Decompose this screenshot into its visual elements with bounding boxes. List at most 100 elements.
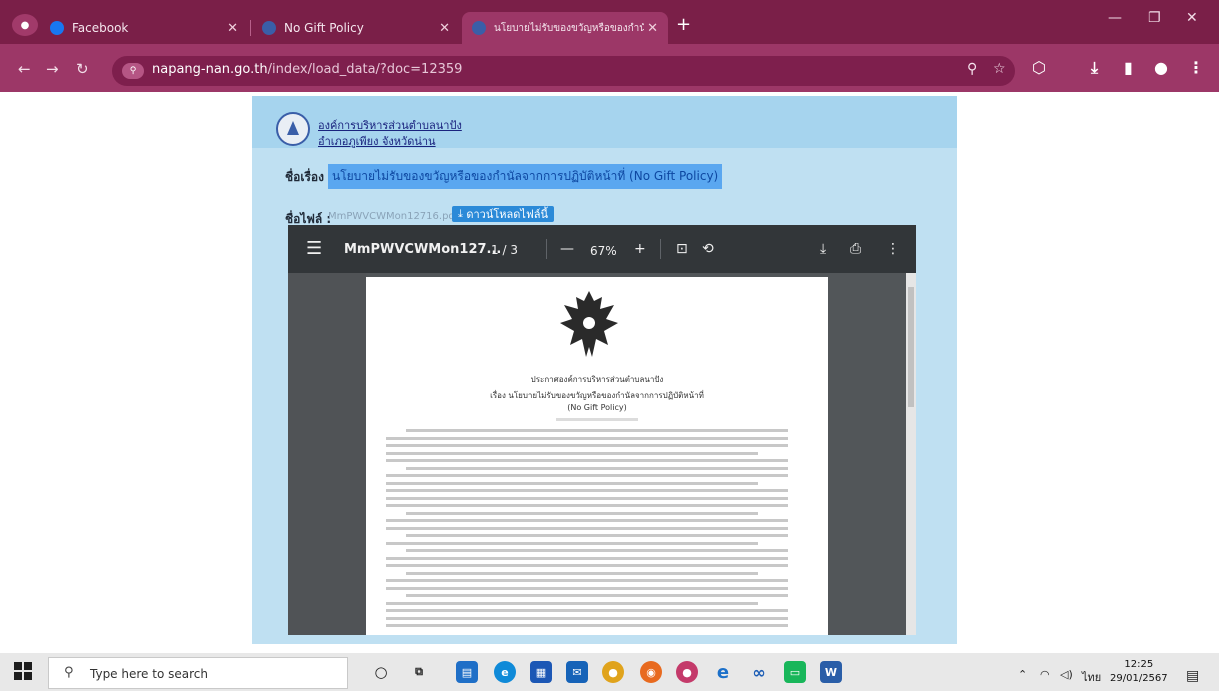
pdf-page: ประกาศองค์การบริหารส่วนตำบลนาปัง เรื่อง …	[366, 277, 828, 635]
doc-text-line	[406, 429, 788, 432]
fit-page-icon[interactable]: ⊡	[676, 241, 688, 257]
doc-heading: ประกาศองค์การบริหารส่วนตำบลนาปัง	[530, 375, 664, 384]
tray-chevron-icon[interactable]: ⌃	[1018, 668, 1027, 681]
doc-text-line	[386, 504, 788, 507]
zoom-level[interactable]: 67%	[590, 244, 617, 258]
close-tab-icon[interactable]: ✕	[227, 21, 238, 36]
toolbar-divider	[660, 239, 661, 259]
pdf-scrollbar[interactable]	[906, 273, 916, 635]
doc-text-line	[406, 571, 758, 575]
pdf-file-name: MmPWVCWMon127...	[344, 242, 502, 257]
pdf-more-icon[interactable]: ⋮	[886, 241, 900, 257]
doc-divider	[556, 418, 638, 421]
close-tab-icon[interactable]: ✕	[439, 21, 450, 36]
app-infinity-icon[interactable]: ∞	[748, 661, 770, 683]
clock-time: 12:25	[1124, 659, 1154, 670]
chrome-icon[interactable]: ●	[602, 661, 624, 683]
mail-icon[interactable]: ✉	[566, 661, 588, 683]
tab-label: No Gift Policy	[284, 21, 364, 35]
close-window-icon[interactable]: ✕	[1186, 10, 1198, 26]
doc-text-line	[386, 444, 788, 447]
clock[interactable]: 12:25 29/01/2567	[1110, 658, 1168, 686]
doc-text-line	[386, 451, 758, 455]
download-label: ดาวน์โหลดไฟล์นี้	[466, 208, 548, 221]
download-file-button[interactable]: ⤓ ดาวน์โหลดไฟล์นี้	[452, 206, 554, 222]
doc-text-line	[386, 474, 788, 477]
line-app-icon[interactable]: ▭	[784, 661, 806, 683]
doc-text-line	[386, 579, 788, 582]
chrome-profile-icon[interactable]: ●	[676, 661, 698, 683]
store-icon[interactable]: ▦	[530, 661, 552, 683]
extensions-icon[interactable]: ⬡	[1032, 58, 1046, 77]
print-icon[interactable]: ⎙	[850, 241, 861, 257]
doc-text-line	[386, 616, 788, 620]
clock-date: 29/01/2567	[1110, 673, 1168, 684]
reload-icon[interactable]: ↻	[76, 60, 89, 78]
doc-text-line	[386, 481, 758, 485]
site-info-icon[interactable]: ⚲	[122, 63, 144, 79]
back-icon[interactable]: ←	[18, 60, 31, 78]
rotate-icon[interactable]: ⟲	[702, 241, 714, 257]
pdf-menu-icon[interactable]: ☰	[306, 238, 322, 259]
minimize-icon[interactable]: —	[1108, 10, 1122, 26]
close-tab-icon[interactable]: ✕	[647, 21, 658, 36]
zoom-icon[interactable]: ⚲	[967, 61, 977, 77]
doc-text-line	[386, 541, 758, 545]
scroll-thumb[interactable]	[908, 287, 914, 407]
edge-icon[interactable]: e	[494, 661, 516, 683]
new-tab-button[interactable]: +	[676, 14, 691, 35]
download-arrow-icon: ⤓	[458, 207, 467, 220]
tab-label: Facebook	[72, 21, 129, 35]
menu-icon[interactable]: ⋮	[1188, 58, 1204, 77]
tab-separator	[250, 20, 251, 36]
pdf-page-indicator[interactable]: 1 / 3	[491, 243, 518, 257]
restore-icon[interactable]: ❐	[1148, 10, 1161, 26]
word-icon[interactable]: W	[820, 661, 842, 683]
site-favicon-icon	[262, 21, 276, 35]
doc-text-line	[386, 564, 788, 567]
sidepanel-icon[interactable]: ▮	[1124, 58, 1133, 77]
download-icon[interactable]: ⤓	[1091, 58, 1098, 78]
volume-icon[interactable]: ◁)	[1060, 668, 1073, 681]
forward-icon[interactable]: →	[46, 60, 59, 78]
org-location-link[interactable]: อำเภอภูเพียง จังหวัดน่าน	[318, 132, 436, 150]
url-text[interactable]: napang-nan.go.th/index/load_data/?doc=12…	[152, 62, 462, 77]
tab-facebook[interactable]: Facebook ✕	[40, 12, 248, 44]
url-domain: napang-nan.go.th	[152, 62, 268, 77]
language-indicator[interactable]: ไทย	[1082, 668, 1101, 686]
pdf-viewer[interactable]: ☰ MmPWVCWMon127... 1 / 3 — 67% + ⊡ ⟲ ⤓ ⎙…	[288, 225, 916, 635]
doc-text-line	[386, 556, 788, 560]
doc-text-line	[386, 609, 788, 612]
internet-explorer-icon[interactable]: e	[712, 661, 734, 683]
page-total: 3	[510, 243, 518, 257]
firefox-icon[interactable]: ◉	[640, 661, 662, 683]
cortana-icon[interactable]: ○	[370, 661, 392, 683]
facebook-favicon-icon	[50, 21, 64, 35]
doc-policy: (No Gift Policy)	[567, 403, 627, 412]
zoom-in-icon[interactable]: +	[634, 241, 646, 257]
windows-start-icon[interactable]	[14, 662, 32, 680]
doc-text-line	[386, 489, 788, 492]
file-explorer-icon[interactable]: ▤	[456, 661, 478, 683]
doc-subject: เรื่อง นโยบายไม่รับของขวัญหรือของกำนัลจา…	[490, 391, 704, 400]
doc-text-line	[406, 511, 758, 515]
network-icon[interactable]: ◠	[1040, 668, 1050, 681]
doc-text-line	[386, 601, 758, 605]
pdf-download-icon[interactable]: ⤓	[820, 241, 826, 257]
notifications-icon[interactable]: ▤	[1186, 668, 1199, 684]
tab-no-gift-policy[interactable]: No Gift Policy ✕	[252, 12, 460, 44]
search-placeholder: Type here to search	[90, 667, 208, 681]
bookmark-star-icon[interactable]: ☆	[993, 61, 1006, 77]
doc-text-line	[386, 436, 788, 440]
doc-text-line	[386, 496, 788, 500]
doc-text-line	[386, 519, 788, 522]
site-favicon-icon	[472, 21, 486, 35]
doc-text-line	[406, 466, 788, 470]
profile-icon[interactable]: ●	[1154, 58, 1168, 77]
doc-text-line	[386, 526, 788, 530]
task-view-icon[interactable]: ⧉	[408, 661, 430, 683]
tab-active[interactable]: นโยบายไม่รับของขวัญหรือของกำนัล· ✕	[462, 12, 668, 44]
pdf-toolbar: ☰ MmPWVCWMon127... 1 / 3 — 67% + ⊡ ⟲ ⤓ ⎙…	[288, 225, 916, 273]
profile-menu-icon[interactable]: ●	[12, 14, 38, 36]
zoom-out-icon[interactable]: —	[560, 241, 574, 257]
